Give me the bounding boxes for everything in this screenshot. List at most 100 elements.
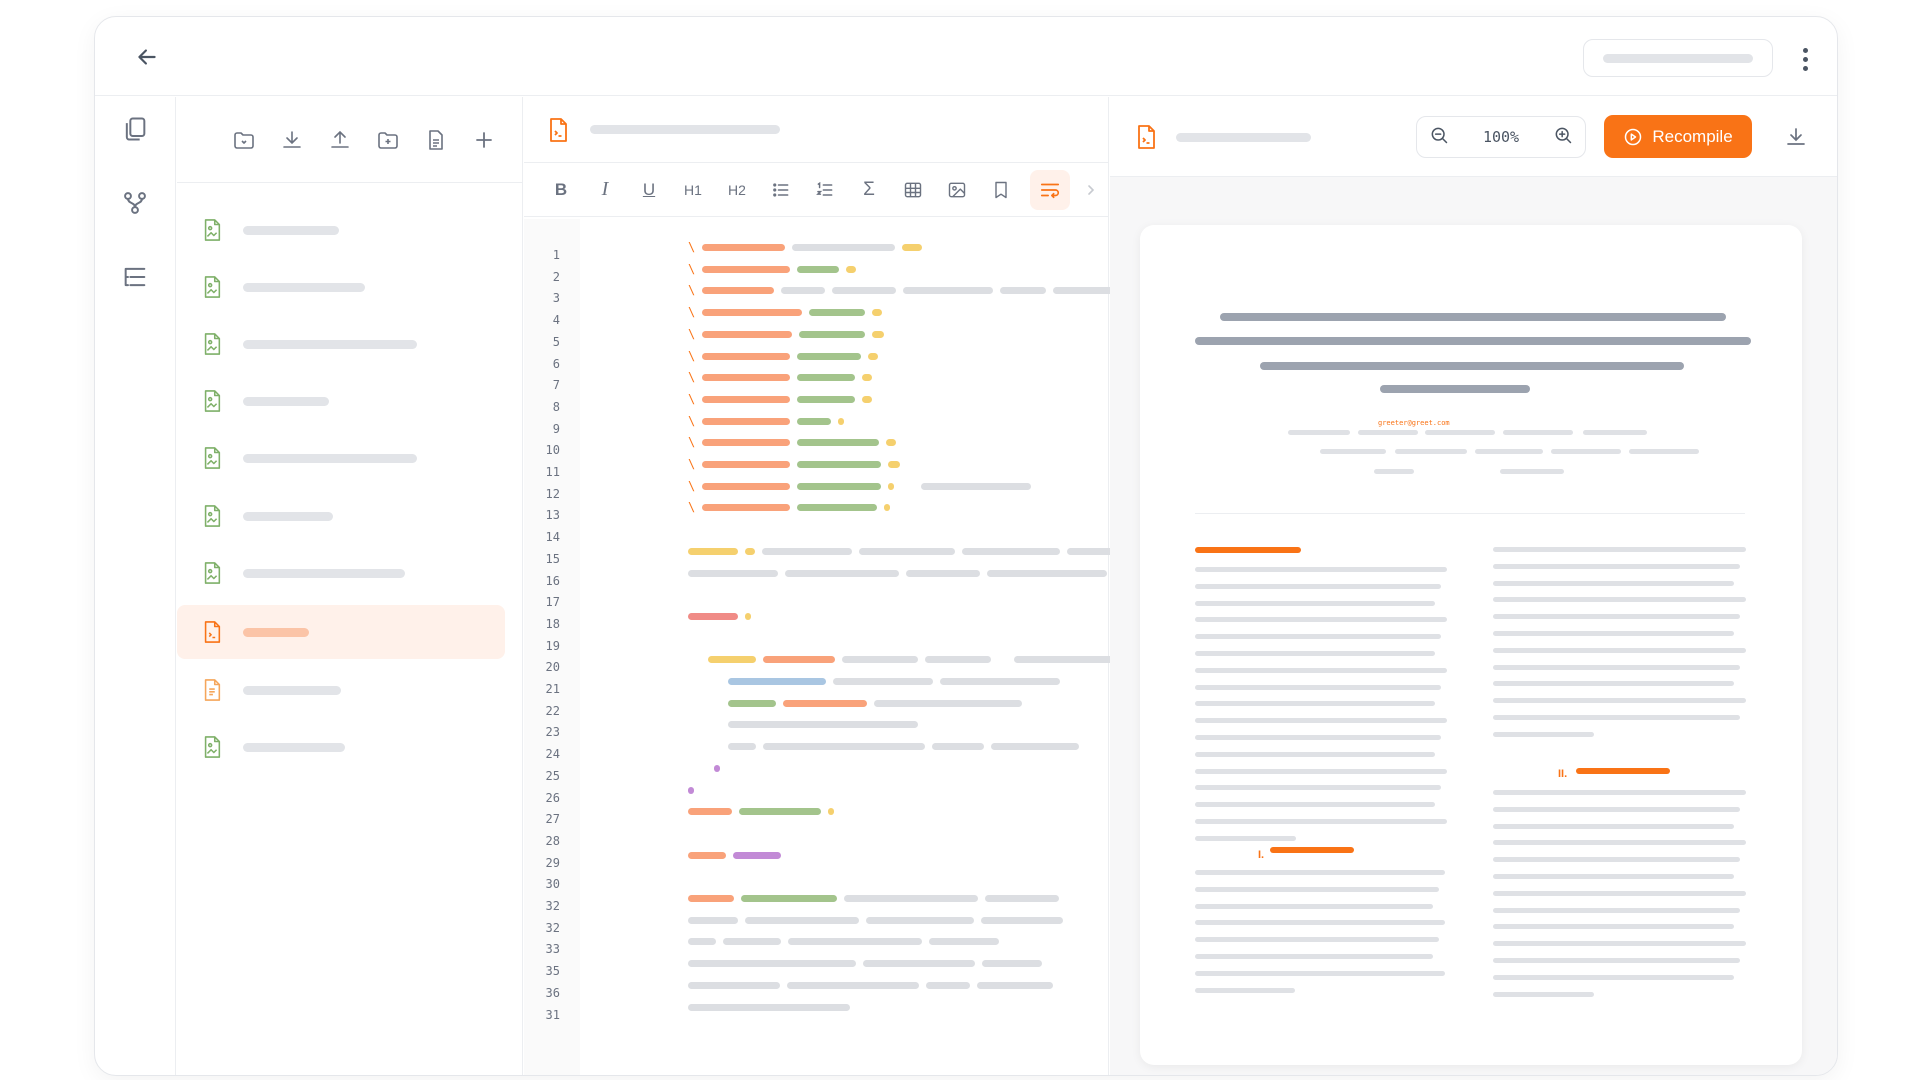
code-token-placeholder xyxy=(962,547,1060,555)
code-token-placeholder xyxy=(797,352,861,360)
pdf-preview: 100% Recompile greeter@greet.com I. II. xyxy=(1110,97,1837,1075)
file-list-item[interactable] xyxy=(177,374,505,428)
image-file-icon xyxy=(204,219,221,241)
image-file-icon xyxy=(204,447,221,469)
code-token-placeholder xyxy=(728,743,756,751)
code-token-placeholder xyxy=(838,417,844,425)
code-token-placeholder xyxy=(797,504,877,512)
code-token-placeholder xyxy=(745,547,755,555)
download-pdf-button[interactable] xyxy=(1778,119,1814,155)
code-token-placeholder xyxy=(832,287,896,295)
code-token-placeholder xyxy=(799,330,865,338)
text-line xyxy=(1493,715,1740,720)
git-branch-icon xyxy=(124,192,146,214)
pdf-page: greeter@greet.com I. II. xyxy=(1140,225,1802,1065)
code-token-placeholder xyxy=(728,699,776,707)
code-token-placeholder xyxy=(921,482,1031,490)
rail-outline-button[interactable] xyxy=(119,261,151,293)
file-list-item[interactable] xyxy=(177,546,505,600)
code-token-placeholder xyxy=(688,569,778,577)
zoom-out-button[interactable] xyxy=(1429,125,1449,149)
code-backslash: \ xyxy=(688,435,696,450)
text-line xyxy=(1425,430,1495,435)
recompile-button[interactable]: Recompile xyxy=(1604,115,1752,158)
title-line xyxy=(1195,337,1751,345)
upload-button[interactable] xyxy=(325,125,355,155)
code-token-placeholder xyxy=(884,504,890,512)
code-token-placeholder xyxy=(886,439,896,447)
code-token-placeholder xyxy=(828,808,834,816)
sync-folder-button[interactable] xyxy=(229,125,259,155)
code-token-placeholder xyxy=(862,395,872,403)
file-list-item[interactable] xyxy=(177,431,505,485)
code-token-placeholder xyxy=(781,287,825,295)
text-line xyxy=(1493,924,1734,930)
file-list-item[interactable] xyxy=(177,203,505,257)
file-list-item[interactable] xyxy=(177,260,505,314)
text-line xyxy=(1493,790,1746,795)
code-token-placeholder xyxy=(688,895,734,902)
back-button[interactable] xyxy=(131,41,163,73)
code-area[interactable]: \ \ \ \ \ \ \ \ \ \ \ \ \ xyxy=(524,97,1164,1075)
rail-git-button[interactable] xyxy=(119,187,151,219)
code-backslash: \ xyxy=(688,457,696,471)
text-line xyxy=(1195,802,1435,808)
code-token-placeholder xyxy=(787,981,919,989)
text-line xyxy=(1493,547,1746,552)
text-line xyxy=(1374,469,1414,474)
code-token-placeholder xyxy=(702,417,790,425)
file-name-placeholder xyxy=(243,453,417,463)
code-token-placeholder xyxy=(702,374,790,382)
download-icon xyxy=(1787,128,1805,145)
code-token-placeholder xyxy=(714,764,720,772)
code-token-placeholder xyxy=(863,960,975,968)
code-token-placeholder xyxy=(702,395,790,403)
image-file-icon xyxy=(204,736,221,758)
new-folder-button[interactable] xyxy=(373,125,403,155)
code-token-placeholder xyxy=(982,960,1042,968)
code-token-placeholder xyxy=(785,569,899,577)
rail-files-button[interactable] xyxy=(119,113,151,145)
code-token-placeholder xyxy=(739,808,821,816)
code-token-placeholder xyxy=(688,808,732,816)
more-menu-button[interactable] xyxy=(1795,45,1815,73)
text-line xyxy=(1195,583,1441,589)
file-list-item[interactable] xyxy=(177,720,505,774)
text-line xyxy=(1493,597,1746,603)
plus-icon xyxy=(476,131,492,148)
text-line xyxy=(1493,664,1740,670)
code-token-placeholder xyxy=(862,374,872,382)
text-line xyxy=(1195,937,1439,943)
file-list-item[interactable] xyxy=(177,605,505,659)
code-token-placeholder xyxy=(844,895,978,902)
text-line xyxy=(1493,857,1740,863)
text-line xyxy=(1195,768,1447,774)
zoom-in-button[interactable] xyxy=(1553,125,1573,149)
code-backslash: \ xyxy=(688,261,696,276)
preview-filename-placeholder xyxy=(1176,133,1311,142)
code-token-placeholder xyxy=(745,612,751,620)
code-token-placeholder xyxy=(797,482,881,490)
code-token-placeholder xyxy=(859,547,955,555)
code-token-placeholder xyxy=(797,374,855,382)
code-token-placeholder xyxy=(688,916,738,924)
left-rail xyxy=(95,97,176,1075)
code-token-placeholder xyxy=(926,981,970,989)
text-line xyxy=(1320,449,1386,454)
file-name-placeholder xyxy=(243,339,417,349)
project-name-placeholder xyxy=(1603,53,1753,63)
code-token-placeholder xyxy=(797,395,855,403)
text-line xyxy=(1493,823,1734,829)
download-button[interactable] xyxy=(277,125,307,155)
project-name-pill[interactable] xyxy=(1583,39,1773,77)
text-line xyxy=(1395,449,1467,454)
file-list-item[interactable] xyxy=(177,317,505,371)
heading-line xyxy=(1576,768,1670,774)
file-list-item[interactable] xyxy=(177,489,505,543)
file-list-item[interactable] xyxy=(177,663,505,717)
new-file-button[interactable] xyxy=(421,125,451,155)
text-line xyxy=(1195,903,1433,909)
text-line xyxy=(1493,698,1746,704)
image-file-icon xyxy=(204,562,221,584)
add-button[interactable] xyxy=(469,125,499,155)
